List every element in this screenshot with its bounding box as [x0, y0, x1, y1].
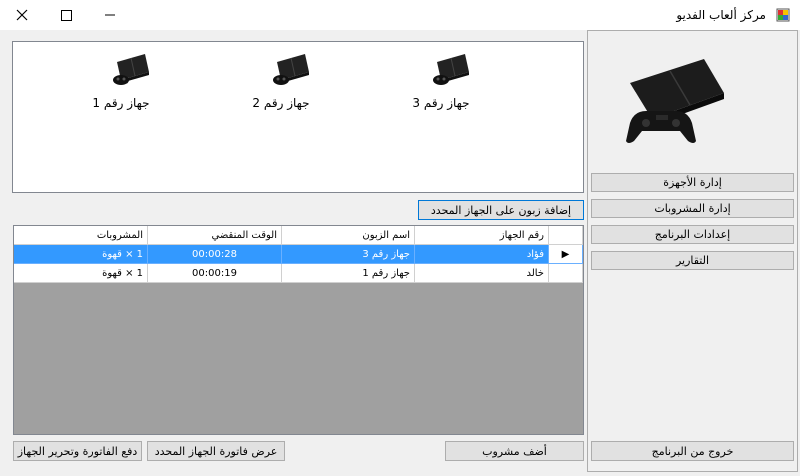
- app-icon: [776, 8, 790, 22]
- table-row[interactable]: خالد جهاز رقم 1 00:00:19 1 × قهوة: [14, 264, 583, 283]
- cell-drinks[interactable]: 1 × قهوة: [14, 245, 148, 264]
- column-header-drinks[interactable]: المشروبات: [14, 226, 148, 245]
- sidebar-item-drinks[interactable]: إدارة المشروبات: [591, 199, 794, 218]
- console-image: [626, 59, 724, 143]
- view-invoice-button[interactable]: عرض فاتورة الجهاز المحدد: [147, 441, 285, 461]
- close-icon: [16, 9, 28, 21]
- title-bar: مركز ألعاب الفديو: [0, 0, 800, 30]
- current-row-marker-icon: ▶: [549, 245, 583, 264]
- row-header-cell: [549, 226, 583, 245]
- minimize-icon: [105, 14, 115, 16]
- device-label: جهاز رقم 1: [92, 96, 150, 110]
- minimize-button[interactable]: [88, 0, 132, 30]
- add-customer-button[interactable]: إضافة زبون على الجهاز المحدد: [418, 200, 584, 220]
- column-header-elapsed[interactable]: الوقت المنقضي: [148, 226, 282, 245]
- cell-device[interactable]: جهاز رقم 3: [282, 245, 415, 264]
- exit-button[interactable]: خروج من البرنامج: [591, 441, 794, 461]
- device-3[interactable]: جهاز رقم 3: [401, 50, 481, 130]
- table-row[interactable]: ▶ فؤاد جهاز رقم 3 00:00:28 1 × قهوة: [14, 245, 583, 264]
- maximize-icon: [60, 9, 72, 21]
- sessions-table: رقم الجهاز اسم الزبون الوقت المنقضي المش…: [13, 225, 584, 435]
- cell-drinks[interactable]: 1 × قهوة: [14, 264, 148, 283]
- console-icon: [273, 54, 309, 85]
- cell-elapsed[interactable]: 00:00:19: [148, 264, 282, 283]
- device-label: جهاز رقم 2: [252, 96, 310, 110]
- close-button[interactable]: [0, 0, 44, 30]
- console-icon: [113, 54, 149, 85]
- sidebar-item-devices[interactable]: إدارة الأجهزة: [591, 173, 794, 192]
- pay-invoice-button[interactable]: دفع الفاتورة وتحرير الجهاز: [13, 441, 142, 461]
- sidebar-item-settings[interactable]: إعدادات البرنامج: [591, 225, 794, 244]
- table-header: رقم الجهاز اسم الزبون الوقت المنقضي المش…: [14, 226, 583, 245]
- device-1[interactable]: جهاز رقم 1: [81, 50, 161, 130]
- window-title: مركز ألعاب الفديو: [676, 8, 766, 22]
- column-header-device[interactable]: رقم الجهاز: [415, 226, 549, 245]
- column-header-customer[interactable]: اسم الزبون: [282, 226, 415, 245]
- devices-panel: جهاز رقم 3 جهاز رقم 2 جهاز رقم 1: [12, 41, 584, 193]
- device-2[interactable]: جهاز رقم 2: [241, 50, 321, 130]
- row-header-cell: [549, 264, 583, 283]
- cell-elapsed[interactable]: 00:00:28: [148, 245, 282, 264]
- cell-customer[interactable]: فؤاد: [415, 245, 549, 264]
- device-label: جهاز رقم 3: [412, 96, 470, 110]
- console-icon: [433, 54, 469, 85]
- sidebar-item-reports[interactable]: التقارير: [591, 251, 794, 270]
- cell-customer[interactable]: خالد: [415, 264, 549, 283]
- sidebar: إدارة الأجهزة إدارة المشروبات إعدادات ال…: [587, 30, 798, 472]
- add-drink-button[interactable]: أضف مشروب: [445, 441, 584, 461]
- maximize-button[interactable]: [44, 0, 88, 30]
- cell-device[interactable]: جهاز رقم 1: [282, 264, 415, 283]
